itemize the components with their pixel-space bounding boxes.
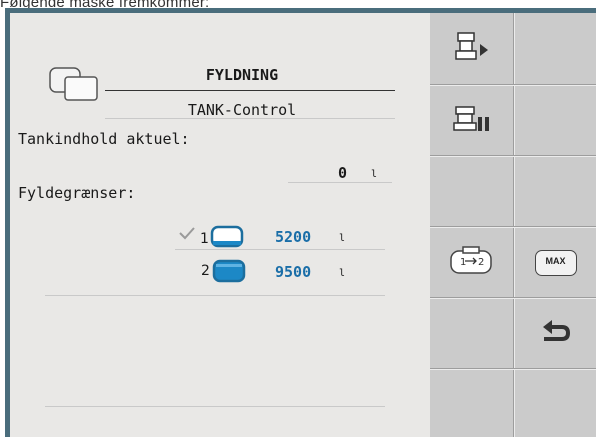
- tank-swap-icon: 1 2: [447, 244, 497, 282]
- terminal-screen: FYLDNING TANK-Control Tankindhold aktuel…: [5, 8, 596, 437]
- limit-2-value[interactable]: 9500: [275, 263, 311, 281]
- back-button[interactable]: [514, 298, 597, 369]
- svg-text:2: 2: [478, 257, 484, 268]
- limit-index-1: 1: [200, 231, 209, 247]
- valve-play-icon: [450, 29, 494, 69]
- fill-limits-label: Fyldegrænser:: [18, 184, 136, 202]
- valve-play-button[interactable]: [430, 13, 513, 84]
- svg-text:1: 1: [460, 257, 466, 268]
- max-button-icon: MAX: [534, 249, 577, 276]
- limit-1-value[interactable]: 5200: [275, 228, 311, 246]
- limit-index-2: 2: [201, 263, 210, 279]
- valve-pause-icon: [450, 101, 494, 141]
- limit-2-unit: l: [339, 268, 346, 279]
- main-panel: FYLDNING TANK-Control Tankindhold aktuel…: [10, 13, 430, 437]
- limit-1-unit: l: [339, 233, 346, 244]
- max-button[interactable]: MAX: [514, 227, 597, 298]
- page-title: FYLDNING: [205, 66, 279, 84]
- current-content-unit: l: [371, 169, 378, 180]
- tank-icon: [47, 63, 101, 103]
- max-label: MAX: [545, 255, 566, 266]
- tank-filled-icon: [212, 258, 246, 284]
- valve-pause-button[interactable]: [430, 85, 513, 156]
- current-content-value[interactable]: 0: [338, 164, 347, 182]
- softkey-bar: 1 2 MAX: [430, 13, 596, 437]
- page-subtitle: TANK-Control: [187, 101, 297, 119]
- tank-outline-icon: [210, 224, 244, 248]
- back-arrow-icon: [538, 317, 574, 351]
- tank-swap-button[interactable]: 1 2: [430, 227, 513, 298]
- current-content-label: Tankindhold aktuel:: [18, 130, 190, 148]
- check-icon: [178, 225, 196, 241]
